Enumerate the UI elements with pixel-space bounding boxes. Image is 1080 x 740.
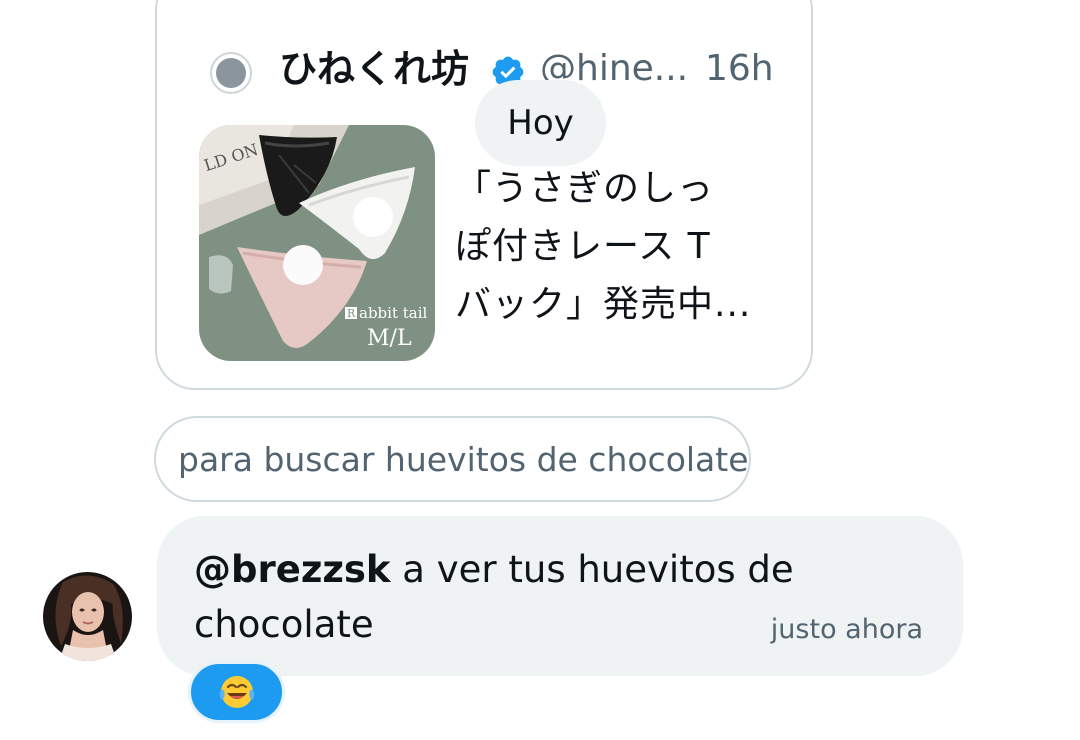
- sender-avatar[interactable]: [43, 572, 132, 661]
- image-caption: abbit tail: [359, 304, 428, 322]
- tweet-text-line: 「うさぎのしっ: [455, 168, 715, 209]
- message-timestamp: justo ahora: [770, 614, 923, 645]
- tweet-media-thumbnail[interactable]: LD ON R abbit tail M/L: [199, 125, 435, 361]
- caption-initial: R: [347, 307, 356, 320]
- author-avatar[interactable]: [210, 52, 252, 94]
- message-text: @brezzsk a ver tus huevitos de chocolate: [194, 542, 834, 652]
- shared-caption[interactable]: para buscar huevitos de chocolate: [154, 416, 751, 502]
- image-sizes: M/L: [367, 326, 412, 351]
- mention-link[interactable]: @brezzsk: [194, 548, 391, 591]
- tweet-text[interactable]: 「うさぎのしっ ぽ付きレース T バック」発売中...: [455, 160, 785, 334]
- dm-conversation-view: ひねくれ坊 @hine... 16h LD ON R abbit tail M/…: [0, 0, 1080, 740]
- date-separator: Hoy: [475, 80, 606, 166]
- message-text-part: a ver tus huevitos de: [390, 548, 794, 591]
- tweet-timestamp: 16h: [705, 48, 774, 89]
- tweet-text-line: ぽ付きレース T: [455, 226, 711, 267]
- lingerie-product-photo: LD ON R abbit tail M/L: [199, 125, 435, 361]
- reaction-chip[interactable]: [188, 661, 285, 723]
- tweet-text-line: バック」発売中...: [455, 284, 752, 325]
- author-name[interactable]: ひねくれ坊: [279, 44, 469, 94]
- laughing-tears-emoji-icon: [219, 676, 254, 708]
- message-text-part: chocolate: [194, 603, 374, 646]
- message-bubble[interactable]: @brezzsk a ver tus huevitos de chocolate …: [157, 516, 963, 676]
- quoted-tweet-card[interactable]: ひねくれ坊 @hine... 16h LD ON R abbit tail M/…: [155, 0, 813, 390]
- avatar-photo: [43, 572, 132, 661]
